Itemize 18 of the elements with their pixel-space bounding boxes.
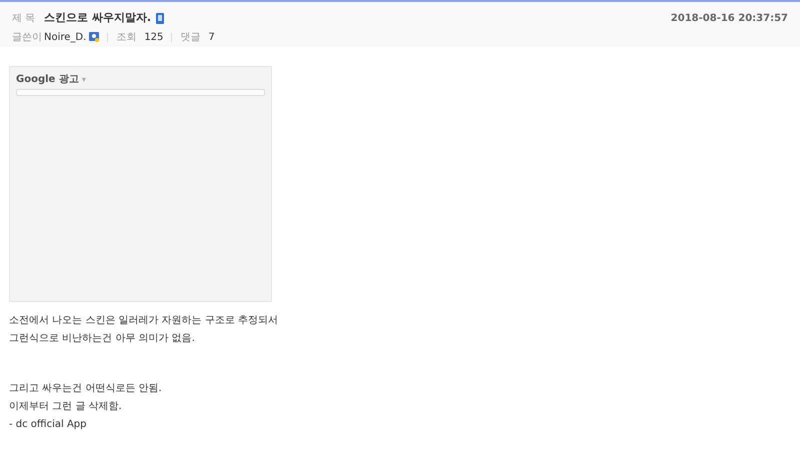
views-count: 125 — [144, 30, 164, 44]
title-label: 제 목 — [12, 12, 36, 26]
author-label: 글쓴이 — [12, 30, 43, 44]
body-text: - dc official App — [9, 418, 86, 432]
body-text: 소전에서 나오는 스킨은 일러레가 자원하는 구조로 추정되서 — [9, 314, 278, 328]
post-date: 2018-08-16 20:37:57 — [670, 12, 788, 26]
mobile-icon — [156, 12, 164, 24]
body-text: 그런식으로 비난하는건 아무 의미가 없음. — [9, 332, 195, 346]
body-text: 이제부터 그런 글 삭제함. — [9, 400, 122, 414]
user-icon — [89, 32, 100, 42]
views-label: 조회 — [116, 30, 136, 44]
author-name: Noire_D. — [44, 30, 86, 44]
ad-label: Google 광고 — [16, 73, 79, 87]
caret-icon[interactable]: ▾ — [82, 74, 86, 86]
body-text: 그리고 싸우는건 어떤식로든 안됨. — [9, 382, 162, 396]
comments-count: 7 — [208, 30, 215, 44]
comments-label: 댓글 — [180, 30, 200, 44]
post-title: 스킨으로 싸우지말자. — [44, 10, 152, 26]
